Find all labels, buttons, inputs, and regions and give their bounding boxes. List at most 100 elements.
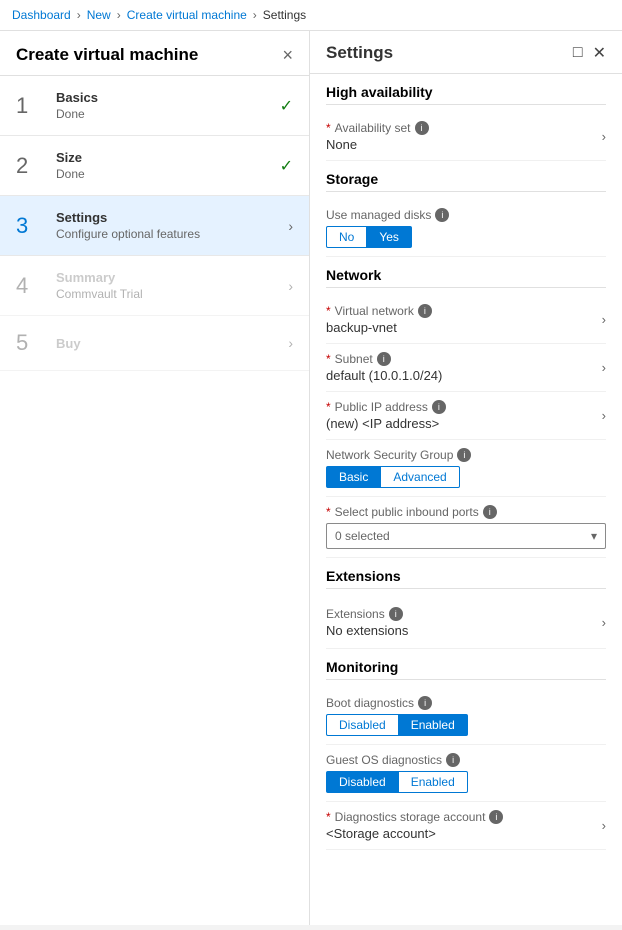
right-panel-title: Settings [326, 43, 393, 63]
subnet-label: Subnet [335, 352, 373, 366]
steps-list: 1 Basics Done ✓ 2 Size Done ✓ 3 [0, 76, 309, 371]
diag-storage-arrow-icon: › [602, 818, 606, 833]
virtual-network-field[interactable]: * Virtual network i backup-vnet › [326, 296, 606, 344]
boot-diagnostics-disabled-button[interactable]: Disabled [326, 714, 399, 736]
close-settings-button[interactable]: ✕ [593, 43, 606, 63]
left-panel-close-button[interactable]: × [282, 46, 293, 64]
diag-storage-field[interactable]: * Diagnostics storage account i <Storage… [326, 802, 606, 850]
breadcrumb-sep-3: › [253, 8, 257, 22]
nsg-toggle: Basic Advanced [326, 466, 606, 488]
public-ip-required-marker: * [326, 400, 331, 414]
boot-diagnostics-field: Boot diagnostics i Disabled Enabled [326, 688, 606, 745]
breadcrumb-create-vm[interactable]: Create virtual machine [127, 8, 247, 22]
inbound-ports-dropdown[interactable]: 0 selected ▾ [326, 523, 606, 549]
extensions-title: Extensions [326, 568, 606, 589]
step-5-number: 5 [16, 330, 46, 356]
guest-os-diagnostics-toggle: Disabled Enabled [326, 771, 606, 793]
step-3-number: 3 [16, 213, 46, 239]
monitoring-title: Monitoring [326, 659, 606, 680]
inbound-ports-field: * Select public inbound ports i 0 select… [326, 497, 606, 558]
step-2-number: 2 [16, 153, 46, 179]
inbound-ports-chevron-icon: ▾ [591, 529, 597, 543]
boot-diagnostics-info-icon: i [418, 696, 432, 710]
extensions-section: Extensions Extensions i No extensions › [310, 558, 622, 649]
step-1-number: 1 [16, 93, 46, 119]
right-panel-content: High availability * Availability set i N… [310, 74, 622, 925]
public-ip-label: Public IP address [335, 400, 428, 414]
subnet-arrow-icon: › [602, 360, 606, 375]
step-1-basics[interactable]: 1 Basics Done ✓ [0, 76, 309, 136]
breadcrumb-current: Settings [263, 8, 306, 22]
diag-storage-label: Diagnostics storage account [335, 810, 486, 824]
public-ip-arrow-icon: › [602, 408, 606, 423]
step-4-number: 4 [16, 273, 46, 299]
step-2-subtitle: Done [56, 167, 272, 181]
extensions-field[interactable]: Extensions i No extensions › [326, 597, 606, 649]
network-section: Network * Virtual network i backup-vnet … [310, 257, 622, 558]
virtual-network-value: backup-vnet [326, 320, 594, 335]
step-1-check-icon: ✓ [280, 96, 293, 116]
step-4-arrow-icon: › [288, 278, 293, 294]
guest-os-disabled-button[interactable]: Disabled [326, 771, 399, 793]
guest-os-diagnostics-field: Guest OS diagnostics i Disabled Enabled [326, 745, 606, 802]
breadcrumb: Dashboard › New › Create virtual machine… [0, 0, 622, 31]
nsg-field: Network Security Group i Basic Advanced [326, 440, 606, 497]
step-1-subtitle: Done [56, 107, 272, 121]
right-panel: Settings □ ✕ High availability * Availab… [310, 31, 622, 925]
managed-disks-label: Use managed disks [326, 208, 431, 222]
storage-section: Storage Use managed disks i No Yes [310, 161, 622, 257]
step-3-settings[interactable]: 3 Settings Configure optional features › [0, 196, 309, 256]
public-ip-value: (new) <IP address> [326, 416, 594, 431]
step-4-title: Summary [56, 270, 280, 285]
boot-diagnostics-toggle: Disabled Enabled [326, 714, 606, 736]
availability-set-field[interactable]: * Availability set i None › [326, 113, 606, 161]
diag-storage-required-marker: * [326, 810, 331, 824]
availability-set-required-marker: * [326, 121, 331, 135]
step-2-check-icon: ✓ [280, 156, 293, 176]
maximize-button[interactable]: □ [573, 44, 583, 62]
guest-os-enabled-button[interactable]: Enabled [399, 771, 468, 793]
extensions-label: Extensions [326, 607, 385, 621]
virtual-network-required-marker: * [326, 304, 331, 318]
left-header: Create virtual machine × [0, 31, 309, 76]
right-panel-header: Settings □ ✕ [310, 31, 622, 74]
step-2-size[interactable]: 2 Size Done ✓ [0, 136, 309, 196]
diag-storage-value: <Storage account> [326, 826, 594, 841]
availability-set-value: None [326, 137, 594, 152]
high-availability-title: High availability [326, 84, 606, 105]
step-5-arrow-icon: › [288, 335, 293, 351]
nsg-info-icon: i [457, 448, 471, 462]
public-ip-field[interactable]: * Public IP address i (new) <IP address>… [326, 392, 606, 440]
virtual-network-info-icon: i [418, 304, 432, 318]
step-3-title: Settings [56, 210, 280, 225]
nsg-basic-button[interactable]: Basic [326, 466, 381, 488]
left-panel: Create virtual machine × 1 Basics Done ✓… [0, 31, 310, 925]
public-ip-info-icon: i [432, 400, 446, 414]
managed-disks-toggle: No Yes [326, 226, 606, 248]
virtual-network-arrow-icon: › [602, 312, 606, 327]
right-header-icons: □ ✕ [573, 43, 606, 63]
storage-title: Storage [326, 171, 606, 192]
guest-os-diagnostics-label: Guest OS diagnostics [326, 753, 442, 767]
inbound-ports-info-icon: i [483, 505, 497, 519]
subnet-field[interactable]: * Subnet i default (10.0.1.0/24) › [326, 344, 606, 392]
nsg-advanced-button[interactable]: Advanced [381, 466, 459, 488]
boot-diagnostics-enabled-button[interactable]: Enabled [399, 714, 468, 736]
step-1-title: Basics [56, 90, 272, 105]
diag-storage-info-icon: i [489, 810, 503, 824]
inbound-ports-value: 0 selected [335, 529, 390, 543]
managed-disks-yes-button[interactable]: Yes [367, 226, 412, 248]
step-5-title: Buy [56, 336, 280, 351]
availability-set-label: Availability set [335, 121, 411, 135]
extensions-info-icon: i [389, 607, 403, 621]
managed-disks-no-button[interactable]: No [326, 226, 367, 248]
breadcrumb-new[interactable]: New [87, 8, 111, 22]
inbound-ports-required-marker: * [326, 505, 331, 519]
virtual-network-label: Virtual network [335, 304, 414, 318]
extensions-arrow-icon: › [602, 615, 606, 630]
breadcrumb-dashboard[interactable]: Dashboard [12, 8, 71, 22]
subnet-value: default (10.0.1.0/24) [326, 368, 594, 383]
subnet-info-icon: i [377, 352, 391, 366]
step-4-summary: 4 Summary Commvault Trial › [0, 256, 309, 316]
managed-disks-field: Use managed disks i No Yes [326, 200, 606, 257]
